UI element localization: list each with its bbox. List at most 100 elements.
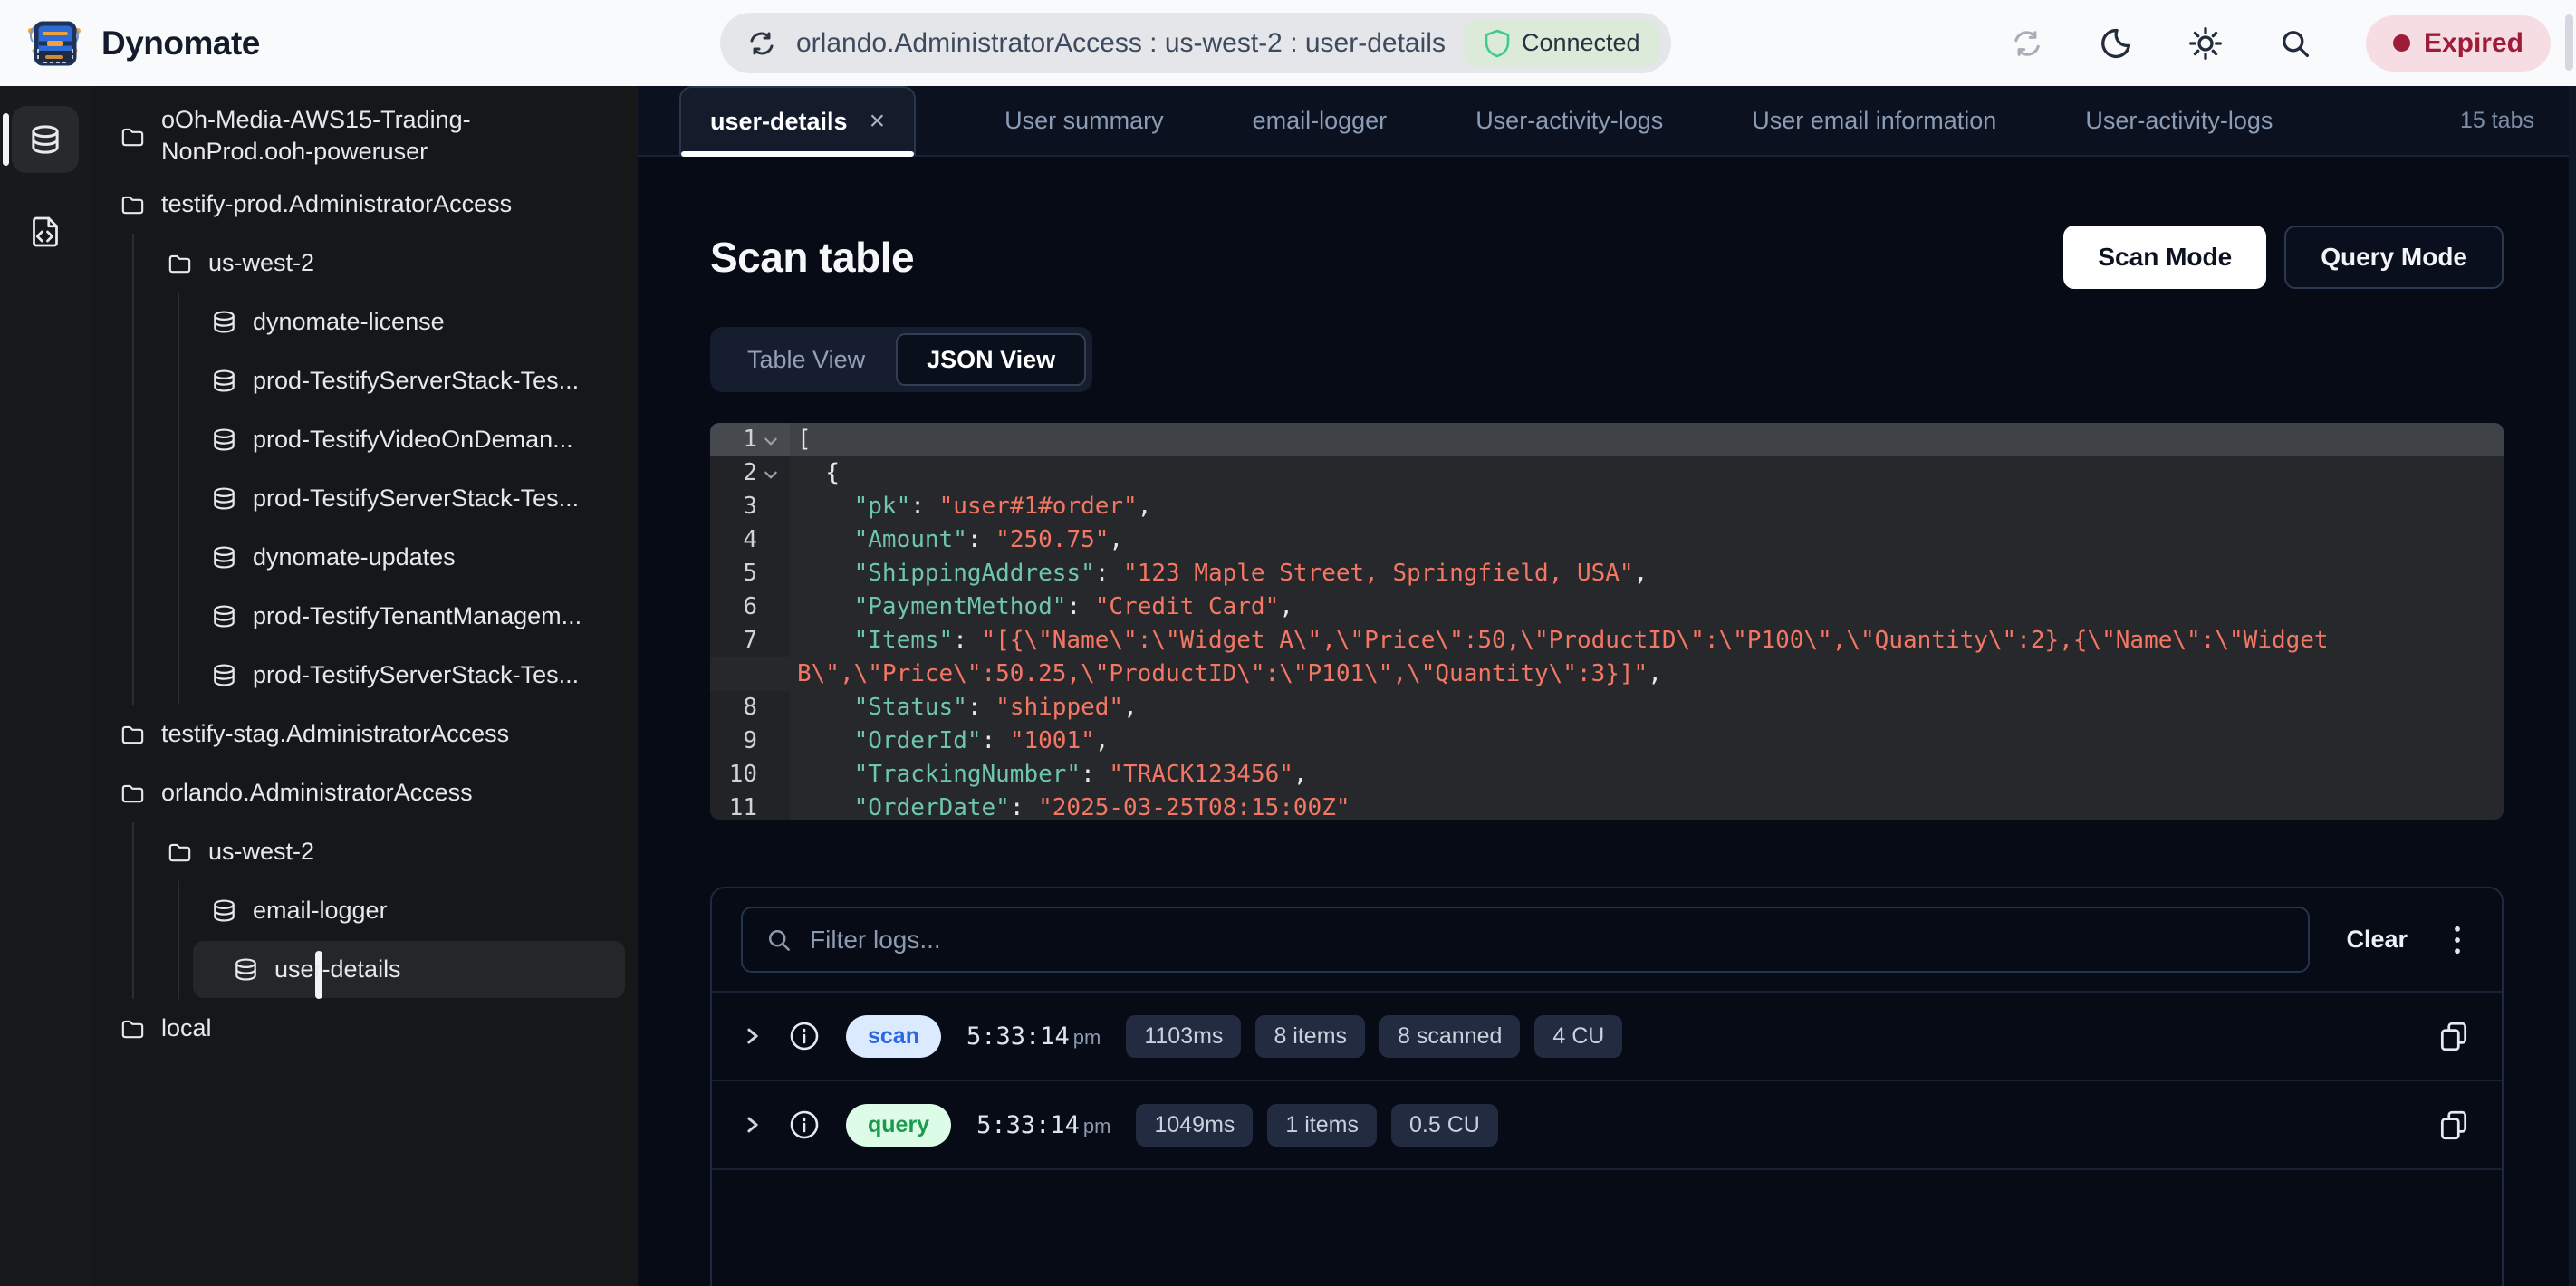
search-button[interactable] [2277, 25, 2313, 62]
chevron-right-icon[interactable] [743, 1115, 763, 1135]
sidebar-folder-testify-prod.AdministratorAccess[interactable]: testify-prod.AdministratorAccess [91, 175, 638, 234]
code-token: "Amount" [854, 526, 967, 553]
clear-button[interactable]: Clear [2346, 926, 2408, 954]
scan-mode-button[interactable]: Scan Mode [2063, 226, 2266, 289]
sidebar-table-prod-TestifyServerStack-Tes...[interactable]: prod-TestifyServerStack-Tes... [91, 351, 638, 410]
sidebar-folder-us-west-2[interactable]: us-west-2 [91, 234, 638, 293]
code-token: "250.75" [995, 526, 1109, 553]
json-view-tab[interactable]: JSON View [896, 333, 1086, 386]
database-icon [210, 485, 238, 513]
database-icon [232, 955, 260, 984]
code-token: : [967, 694, 995, 721]
metric-badge: 0.5 CU [1391, 1104, 1498, 1147]
tab-label: User-activity-logs [2085, 107, 2273, 135]
sidebar-folder-orlando.AdministratorAccess[interactable]: orlando.AdministratorAccess [91, 763, 638, 822]
sidebar-table-prod-TestifyServerStack-Tes...[interactable]: prod-TestifyServerStack-Tes... [91, 469, 638, 528]
code-token [797, 627, 854, 654]
operation-badge: scan [846, 1015, 941, 1058]
copy-icon [2437, 1019, 2471, 1053]
chevron-right-icon[interactable] [743, 1026, 763, 1046]
code-token: "[{\"Name\":\"Widget A\",\"Price\":50,\"… [797, 627, 2342, 687]
tab-User email information[interactable]: User email information [1752, 107, 1996, 135]
metric-badges: 1049ms1 items0.5 CU [1136, 1104, 1497, 1147]
code-token: "Credit Card" [1095, 593, 1280, 620]
line-gutter: 2 [710, 456, 790, 490]
rail-item-databases[interactable] [12, 106, 79, 173]
metric-badge: 4 CU [1534, 1015, 1622, 1058]
database-icon [210, 308, 238, 336]
sidebar-table-prod-TestifyVideoOnDeman...[interactable]: prod-TestifyVideoOnDeman... [91, 410, 638, 469]
copy-button[interactable] [2437, 1019, 2471, 1053]
search-icon [764, 926, 793, 955]
icon-rail [0, 86, 91, 1286]
meridiem-label: pm [1073, 1026, 1101, 1049]
code-token: "2025-03-25T08:15:00Z" [1038, 794, 1350, 820]
sidebar-table-prod-TestifyServerStack-Tes...[interactable]: prod-TestifyServerStack-Tes... [91, 646, 638, 705]
dynomate-app: Dynomate orlando.AdministratorAccess : u… [0, 0, 2576, 1286]
folder-icon [166, 838, 194, 866]
code-token: "OrderId" [854, 727, 982, 754]
window-scrollbar[interactable] [2569, 86, 2576, 1286]
database-icon [27, 121, 63, 158]
folder-icon [119, 122, 147, 150]
log-row-scan[interactable]: scan5:33:14pm1103ms8 items8 scanned4 CU [712, 993, 2502, 1081]
tab-User summary[interactable]: User summary [1004, 107, 1164, 135]
sidebar-folder-us-west-2[interactable]: us-west-2 [91, 822, 638, 881]
sidebar-table-dynomate-license[interactable]: dynomate-license [91, 293, 638, 351]
sidebar-table-user-details[interactable]: user-details [91, 940, 638, 999]
editor-code: "OrderId": "1001", [790, 725, 2504, 758]
code-token: "pk" [854, 493, 911, 520]
sidebar-table-prod-TestifyTenantManagem...[interactable]: prod-TestifyTenantManagem... [91, 587, 638, 646]
header-actions: Expired [2009, 15, 2551, 72]
scrollbar-thumb[interactable] [2565, 14, 2573, 71]
brand: Dynomate [25, 14, 260, 72]
tab-User-activity-logs[interactable]: User-activity-logs [2085, 107, 2273, 135]
sidebar-folder-local[interactable]: local [91, 999, 638, 1058]
dynomate-logo-icon [25, 14, 83, 72]
folder-icon [119, 720, 147, 748]
sidebar-item-label: prod-TestifyServerStack-Tes... [253, 485, 579, 513]
folder-icon [119, 190, 147, 218]
theme-toggle-button[interactable] [2098, 25, 2134, 62]
copy-button[interactable] [2437, 1108, 2471, 1142]
code-token: : [1010, 794, 1038, 820]
line-gutter: 4 [710, 523, 790, 557]
search-icon [2277, 25, 2313, 62]
log-row-query[interactable]: query5:33:14pm1049ms1 items0.5 CU [712, 1081, 2502, 1170]
line-gutter: 1 [710, 423, 790, 456]
tab-User-activity-logs[interactable]: User-activity-logs [1475, 107, 1663, 135]
rail-item-queries[interactable] [12, 198, 79, 265]
fold-icon[interactable] [763, 465, 783, 483]
json-editor[interactable]: 1[2 {3 "pk": "user#1#order",4 "Amount": … [710, 423, 2504, 820]
editor-line: 7 "Items": "[{\"Name\":\"Widget A\",\"Pr… [710, 624, 2504, 691]
sidebar-folder-testify-stag.AdministratorAccess[interactable]: testify-stag.AdministratorAccess [91, 705, 638, 763]
tab-email-logger[interactable]: email-logger [1253, 107, 1388, 135]
close-icon[interactable]: × [870, 108, 886, 135]
fold-icon[interactable] [763, 431, 783, 449]
code-token: , [1095, 727, 1110, 754]
sidebar-item-label: dynomate-license [253, 308, 445, 336]
query-mode-button[interactable]: Query Mode [2284, 226, 2504, 289]
info-icon[interactable] [788, 1108, 821, 1141]
tab-label: User summary [1004, 107, 1164, 135]
info-icon[interactable] [788, 1020, 821, 1052]
code-token [797, 493, 854, 520]
refresh-button[interactable] [2009, 25, 2045, 62]
code-file-icon [27, 214, 63, 250]
connected-status-label: Connected [1522, 29, 1640, 57]
code-token: "OrderDate" [854, 794, 1010, 820]
sidebar-table-email-logger[interactable]: email-logger [91, 881, 638, 940]
settings-button[interactable] [2187, 24, 2225, 62]
sidebar-folder-oOh-Media-AWS15-Trading-NonProd.ooh-poweruser[interactable]: oOh-Media-AWS15-Trading-NonProd.ooh-powe… [91, 97, 638, 175]
sidebar-item-label: prod-TestifyTenantManagem... [253, 602, 582, 630]
more-options-icon[interactable] [2451, 922, 2464, 958]
tab-user-details[interactable]: user-details× [679, 86, 916, 155]
line-gutter: 6 [710, 590, 790, 624]
editor-code: "Items": "[{\"Name\":\"Widget A\",\"Pric… [790, 624, 2504, 691]
session-expired-badge[interactable]: Expired [2366, 15, 2551, 72]
filter-logs-input[interactable] [810, 926, 2286, 955]
table-view-tab[interactable]: Table View [716, 333, 896, 386]
connection-scope-pill[interactable]: orlando.AdministratorAccess : us-west-2 … [720, 13, 1671, 73]
sidebar-table-dynomate-updates[interactable]: dynomate-updates [91, 528, 638, 587]
editor-line: 9 "OrderId": "1001", [710, 725, 2504, 758]
